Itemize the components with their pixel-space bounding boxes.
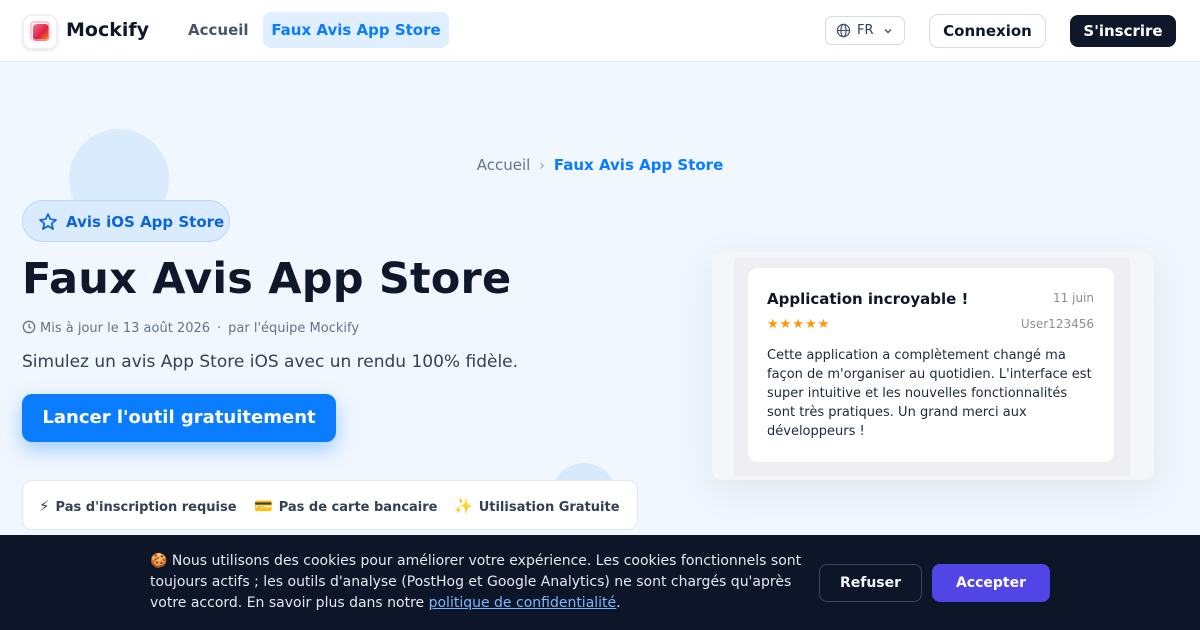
credit-card-icon: 💳 xyxy=(254,497,273,515)
globe-icon xyxy=(836,23,851,38)
brand-name[interactable]: Mockify xyxy=(66,19,149,41)
chevron-down-icon xyxy=(884,28,892,34)
review-stars: ★★★★★ xyxy=(767,317,831,332)
feature-item: ⚡ Pas d'inscription requise xyxy=(39,497,237,515)
review-title: Application incroyable ! xyxy=(767,290,969,308)
updated-date: Mis à jour le 13 août 2026 xyxy=(40,321,211,336)
launch-tool-button[interactable]: Lancer l'outil gratuitement xyxy=(22,394,336,442)
feature-label: Pas de carte bancaire xyxy=(278,500,438,515)
meta-separator: · xyxy=(217,321,222,336)
breadcrumb-current: Faux Avis App Store xyxy=(553,156,724,174)
page-title: Faux Avis App Store xyxy=(22,254,512,304)
language-code: FR xyxy=(857,23,874,38)
breadcrumb-home[interactable]: Accueil xyxy=(477,156,531,174)
refuse-cookies-button[interactable]: Refuser xyxy=(819,564,922,602)
breadcrumb-separator: › xyxy=(539,158,545,174)
review-date: 11 juin xyxy=(1053,291,1094,305)
cookie-text-end: . xyxy=(616,595,621,611)
top-header: Mockify Accueil Faux Avis App Store FR C… xyxy=(0,0,1200,62)
clock-icon xyxy=(22,320,36,334)
nav-active-link[interactable]: Faux Avis App Store xyxy=(263,12,449,48)
author: par l'équipe Mockify xyxy=(228,321,360,336)
cookie-icon: 🍪 xyxy=(150,553,168,569)
review-card: Application incroyable ! 11 juin ★★★★★ U… xyxy=(748,268,1114,462)
lightning-icon: ⚡ xyxy=(39,497,50,515)
breadcrumb: Accueil › Faux Avis App Store xyxy=(0,156,1200,174)
logo-icon[interactable] xyxy=(23,15,57,49)
privacy-policy-link[interactable]: politique de confidentialité xyxy=(429,595,617,611)
cookie-banner: 🍪 Nous utilisons des cookies pour amélio… xyxy=(0,535,1200,630)
feature-label: Pas d'inscription requise xyxy=(55,500,237,515)
language-selector[interactable]: FR xyxy=(825,16,905,45)
update-meta: Mis à jour le 13 août 2026 · par l'équipe … xyxy=(22,320,359,336)
login-button[interactable]: Connexion xyxy=(929,14,1046,48)
sparkles-icon: ✨ xyxy=(454,497,473,515)
feature-item: 💳 Pas de carte bancaire xyxy=(254,497,438,515)
signup-button[interactable]: S'inscrire xyxy=(1070,15,1176,47)
review-body: Cette application a complètement changé … xyxy=(767,348,1092,439)
category-badge: Avis iOS App Store xyxy=(22,200,230,242)
review-user: User123456 xyxy=(1020,317,1094,331)
feature-item: ✨ Utilisation Gratuite xyxy=(454,497,620,515)
cookie-message: 🍪 Nous utilisons des cookies pour amélio… xyxy=(150,551,810,614)
star-outline-icon xyxy=(39,213,57,230)
nav-home-link[interactable]: Accueil xyxy=(188,21,249,39)
accept-cookies-button[interactable]: Accepter xyxy=(932,564,1050,602)
badge-label: Avis iOS App Store xyxy=(66,213,225,231)
feature-label: Utilisation Gratuite xyxy=(478,500,620,515)
features-bar: ⚡ Pas d'inscription requise 💳 Pas de carte… xyxy=(22,480,638,530)
page-subtitle: Simulez un avis App Store iOS avec un re… xyxy=(22,352,519,372)
